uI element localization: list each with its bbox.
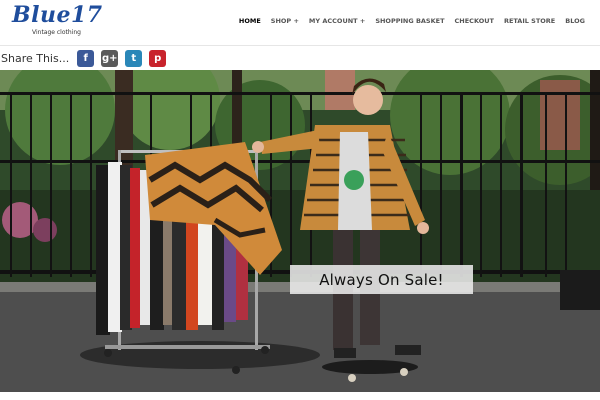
nav-item-retail-store[interactable]: RETAIL STORE	[504, 17, 555, 25]
pinterest-icon[interactable]: p	[149, 49, 167, 67]
nav-item-my-account[interactable]: MY ACCOUNT +	[309, 17, 365, 25]
share-bar: Share This... f g+ t p	[0, 47, 600, 69]
hero-caption: Always On Sale!	[290, 265, 473, 294]
logo-subtitle: Vintage clothing	[32, 29, 81, 36]
site-header: Blue17 Vintage clothing HOME SHOP + MY A…	[0, 0, 600, 46]
hero-banner[interactable]: Always On Sale!	[0, 70, 600, 392]
main-nav: HOME SHOP + MY ACCOUNT + SHOPPING BASKET…	[229, 17, 585, 25]
nav-item-shopping-basket[interactable]: SHOPPING BASKET	[375, 17, 444, 25]
hero-photo	[0, 70, 600, 392]
nav-item-shop[interactable]: SHOP +	[271, 17, 299, 25]
nav-item-blog[interactable]: BLOG	[565, 17, 585, 25]
bottom-strip	[0, 392, 600, 400]
share-label: Share This...	[1, 51, 70, 65]
logo-text: Blue17	[12, 2, 103, 28]
nav-item-checkout[interactable]: CHECKOUT	[455, 17, 494, 25]
header-divider	[0, 45, 600, 46]
site-logo[interactable]: Blue17 Vintage clothing	[12, 2, 110, 40]
google-plus-icon[interactable]: g+	[101, 49, 119, 67]
facebook-icon[interactable]: f	[77, 49, 95, 67]
twitter-icon[interactable]: t	[125, 49, 143, 67]
nav-item-home[interactable]: HOME	[239, 17, 261, 25]
